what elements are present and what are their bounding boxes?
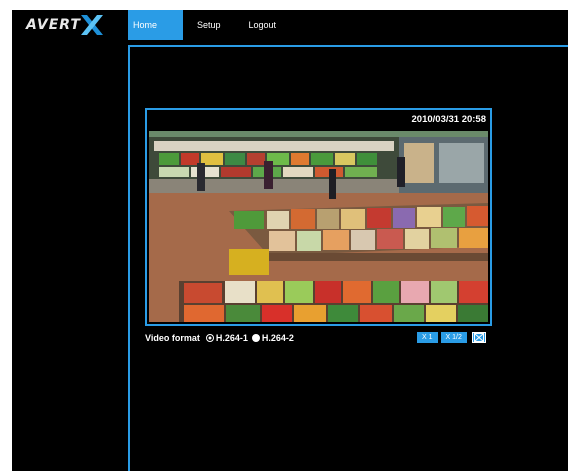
zoom-controls: X 1 X 1/2 [417,332,486,343]
video-viewer: 2010/03/31 20:58 [145,108,492,326]
fullscreen-button[interactable] [471,332,486,343]
video-format-controls: Video format H.264-1 H.264-2 [145,333,294,343]
radio-h264-2[interactable] [251,334,260,342]
tab-setup[interactable]: Setup [189,10,229,40]
camera-feed[interactable] [149,131,488,322]
radio-h264-2-label: H.264-2 [261,333,294,343]
logo-text: AVERT [26,17,81,33]
logo: AVERT [12,10,128,40]
fullscreen-icon [473,333,484,342]
timestamp: 2010/03/31 20:58 [411,114,486,125]
tab-home[interactable]: Home [128,10,183,40]
zoom-half-button[interactable]: X 1/2 [440,332,467,343]
radio-h264-1-label: H.264-1 [215,333,248,343]
top-nav: Home Setup Logout [128,10,284,40]
camera-feed-image [149,131,488,322]
video-format-label: Video format [145,333,200,343]
sidebar [12,40,128,471]
radio-h264-1[interactable] [205,334,214,342]
logo-x-icon [80,15,103,35]
tab-logout[interactable]: Logout [241,10,285,40]
zoom-x1-button[interactable]: X 1 [417,332,438,343]
